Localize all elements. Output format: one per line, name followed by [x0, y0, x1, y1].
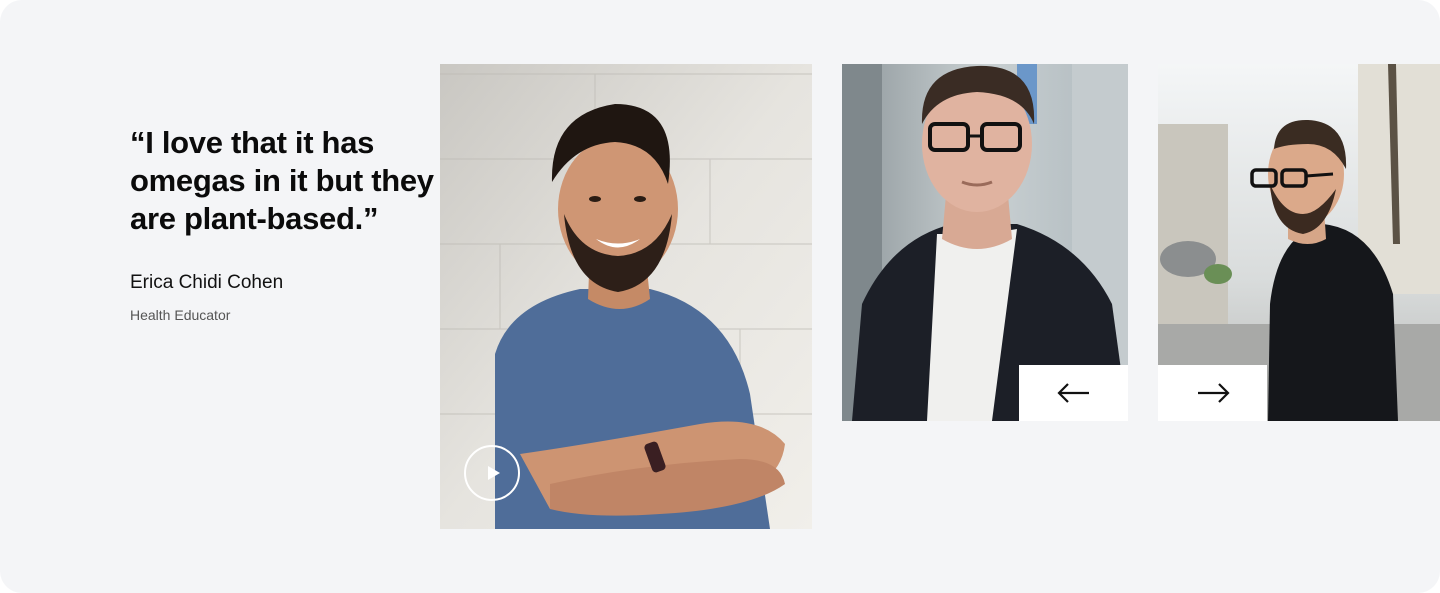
previous-button[interactable] [1019, 365, 1128, 421]
play-icon [488, 466, 500, 480]
play-video-button[interactable] [464, 445, 520, 501]
author-name: Erica Chidi Cohen [130, 272, 284, 293]
arrow-left-icon [1056, 383, 1089, 403]
testimonial-card: “I love that it has omegas in it but the… [0, 0, 1440, 593]
arrow-right-icon [1197, 383, 1230, 403]
author-role: Health Educator [130, 307, 231, 323]
next-button[interactable] [1158, 365, 1267, 421]
testimonial-quote: “I love that it has omegas in it but the… [130, 125, 434, 236]
